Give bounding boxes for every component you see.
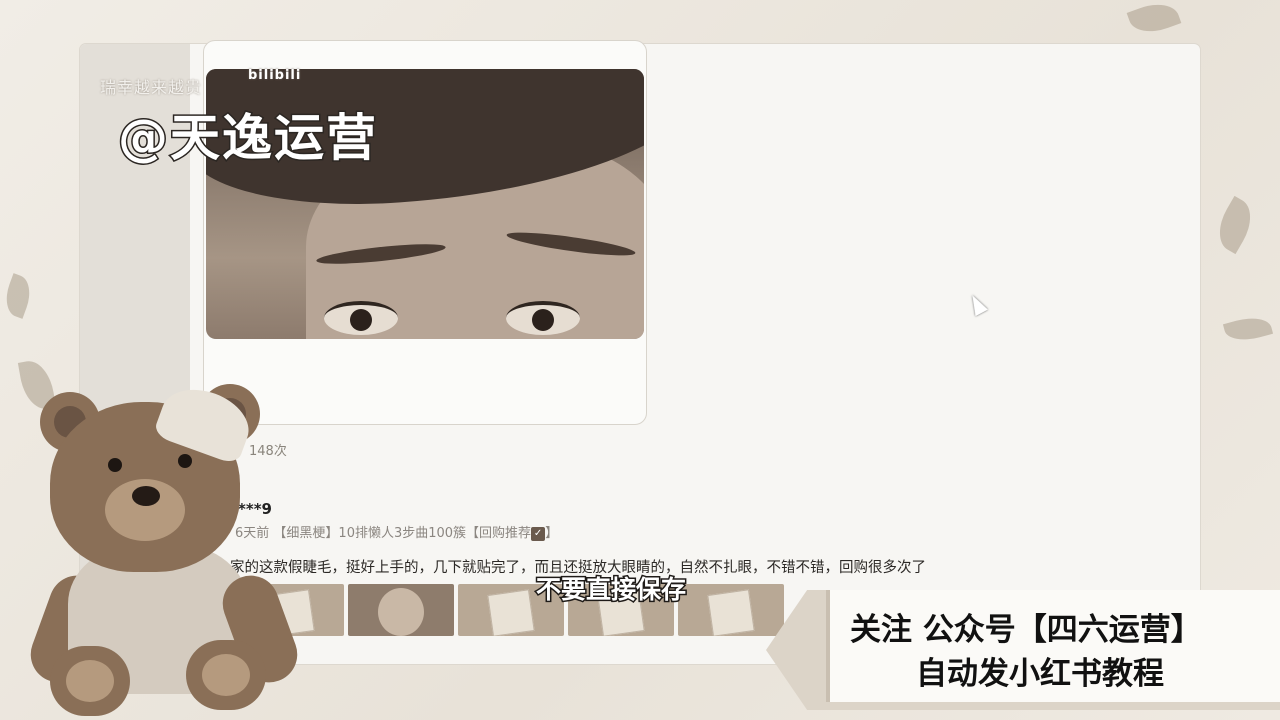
teddy-bear-illustration bbox=[10, 378, 310, 720]
video-subtitle: 不要直接保存 bbox=[534, 574, 687, 606]
comment-thumbnails bbox=[238, 584, 784, 636]
watermark-text: 瑞幸越来越贵 bbox=[100, 78, 203, 97]
comment-tags-end: 】 bbox=[545, 526, 559, 541]
comment-thumbnail[interactable] bbox=[348, 584, 454, 636]
comment-tags: 【细黑梗】10排懒人3步曲100簇【回购推荐 bbox=[273, 526, 532, 541]
banner-line-1: 关注 公众号【四六运营】 bbox=[850, 612, 1202, 648]
promo-banner: 关注 公众号【四六运营】 自动发小红书教程 bbox=[826, 590, 1280, 702]
bilibili-logo: bilibili bbox=[248, 68, 302, 83]
comment-thumbnail[interactable] bbox=[678, 584, 784, 636]
check-icon: ✓ bbox=[531, 526, 546, 541]
banner-line-2: 自动发小红书教程 bbox=[916, 656, 1164, 692]
channel-watermark: @天逸运营 bbox=[117, 108, 378, 169]
